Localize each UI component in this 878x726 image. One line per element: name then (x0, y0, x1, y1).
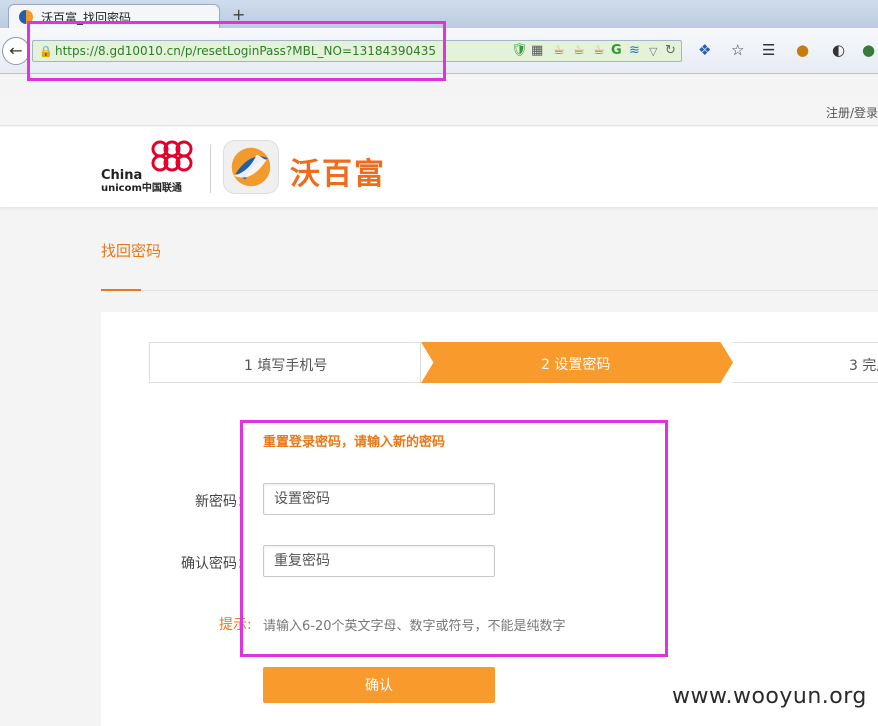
china-unicom-wordmark: China unicom中国联通 (101, 169, 182, 195)
highlight-box-url (27, 21, 446, 81)
shield-icon[interactable]: 🛡 (511, 43, 528, 58)
bookmark-icon[interactable]: ❖ (698, 41, 711, 59)
title-divider (101, 290, 878, 291)
step-2-active: 2 设置密码 (421, 342, 733, 383)
highlight-box-form (240, 420, 668, 657)
palette-icon[interactable]: ◐ (832, 41, 845, 59)
china-text: China (101, 168, 143, 183)
new-password-label: 新密码： (195, 494, 251, 510)
java-icon[interactable]: ☕ (573, 43, 585, 58)
reload-icon[interactable]: ↻ (665, 43, 676, 58)
login-register-link[interactable]: 注册/登录 (826, 104, 878, 121)
step-1: 1 填写手机号 (149, 342, 421, 383)
top-strip: 注册/登录 (0, 96, 878, 126)
wave-icon[interactable]: ≋ (629, 43, 640, 58)
qr-icon[interactable]: ▦ (531, 43, 543, 58)
site-header: China unicom中国联通 沃百富 (0, 127, 878, 207)
unicom-text: unicom中国联通 (101, 183, 182, 194)
reader-icon[interactable]: ☰ (762, 41, 775, 59)
step-3-label: 3 完成 (849, 358, 878, 374)
back-button[interactable]: ← (2, 37, 30, 65)
avatar-icon[interactable]: ● (796, 41, 809, 59)
confirm-password-label: 确认密码： (181, 556, 251, 572)
title-underline (101, 289, 141, 291)
page-title: 找回密码 (101, 242, 162, 260)
step-2-label: 2 设置密码 (541, 357, 611, 373)
watermark: www.wooyun.org (672, 684, 867, 709)
step-progress: 1 填写手机号 2 设置密码 3 完成 (149, 342, 878, 383)
wobaifu-logo-icon (223, 140, 279, 194)
star-icon[interactable]: ☆ (731, 41, 744, 59)
leaf-icon[interactable]: ● (862, 41, 875, 59)
confirm-button[interactable]: 确认 (263, 667, 495, 703)
step-3: 3 完成 (733, 342, 878, 383)
java-icon[interactable]: ☕ (553, 43, 565, 58)
java-icon[interactable]: ☕ (593, 43, 605, 58)
step-1-label: 1 填写手机号 (244, 358, 328, 374)
dropdown-icon[interactable]: ▽ (649, 45, 657, 58)
brand-name: 沃百富 (290, 157, 386, 192)
header-divider (210, 145, 211, 193)
g-icon[interactable]: G (611, 43, 622, 58)
